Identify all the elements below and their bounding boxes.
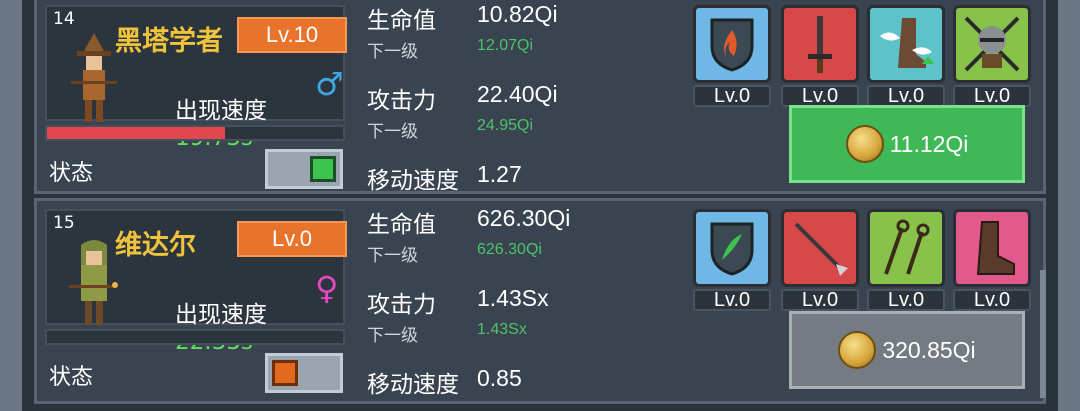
toggle-knob bbox=[310, 156, 336, 182]
move-speed-value: 1.27 bbox=[477, 161, 522, 187]
move-speed-label: 移动速度 bbox=[367, 372, 459, 398]
skill-slot[interactable]: Lv.0 bbox=[693, 5, 771, 107]
boot-icon bbox=[953, 209, 1031, 287]
archer-character-icon bbox=[69, 240, 118, 325]
atk-next-value: 24.95Qi bbox=[477, 117, 534, 134]
staff-icon bbox=[867, 209, 945, 287]
atk-value: 22.40Qi bbox=[477, 81, 558, 107]
unit-name: 维达尔 bbox=[115, 230, 196, 261]
hp-bar-fill bbox=[47, 127, 225, 139]
atk-next-label: 下一级 bbox=[367, 326, 418, 346]
scrollbar[interactable] bbox=[1040, 270, 1046, 398]
atk-next-label: 下一级 bbox=[367, 122, 418, 142]
hp-next-label: 下一级 bbox=[367, 246, 418, 266]
move-speed-label: 移动速度 bbox=[367, 168, 459, 194]
upgrade-button[interactable]: 320.85Qi bbox=[789, 311, 1025, 389]
skill-level: Lv.0 bbox=[867, 289, 945, 311]
atk-label: 攻击力 bbox=[367, 88, 436, 114]
hp-value: 626.30Qi bbox=[477, 205, 571, 231]
status-label: 状态 bbox=[49, 161, 94, 186]
hp-bar bbox=[45, 125, 345, 141]
skill-level: Lv.0 bbox=[693, 289, 771, 311]
wizard-character-icon bbox=[71, 33, 117, 122]
unit-level-badge: Lv.0 bbox=[237, 221, 347, 257]
unit-index: 15 bbox=[53, 213, 75, 233]
status-label: 状态 bbox=[49, 365, 94, 390]
hp-bar bbox=[45, 329, 345, 345]
skill-slot[interactable]: Lv.0 bbox=[867, 5, 945, 107]
skill-slot[interactable]: Lv.0 bbox=[953, 209, 1031, 311]
skill-slot[interactable]: Lv.0 bbox=[693, 209, 771, 311]
status-toggle[interactable] bbox=[265, 149, 343, 189]
skill-level: Lv.0 bbox=[953, 85, 1031, 107]
unit-portrait-panel: 15 维达尔 Lv.0 ♀ 出现速度22.33s bbox=[45, 209, 347, 355]
skill-slot[interactable]: Lv.0 bbox=[781, 5, 859, 107]
hp-next-value: 626.30Qi bbox=[477, 241, 542, 258]
unit-name: 黑塔学者 bbox=[115, 26, 223, 57]
hp-value: 10.82Qi bbox=[477, 1, 558, 27]
unit-level-badge: Lv.10 bbox=[237, 17, 347, 53]
unit-portrait-panel: 14 黑塔学者 Lv.10 ♂ 出现速度19.73s bbox=[45, 5, 347, 151]
sword-icon bbox=[781, 5, 859, 83]
skill-slot[interactable]: Lv.0 bbox=[867, 209, 945, 311]
hp-next-value: 12.07Qi bbox=[477, 37, 534, 54]
leaf-shield-icon bbox=[693, 209, 771, 287]
fire-shield-icon bbox=[693, 5, 771, 83]
atk-value: 1.43Sx bbox=[477, 285, 549, 311]
skill-slot[interactable]: Lv.0 bbox=[781, 209, 859, 311]
skill-level: Lv.0 bbox=[867, 85, 945, 107]
move-speed-value: 0.85 bbox=[477, 365, 522, 391]
skill-level: Lv.0 bbox=[781, 289, 859, 311]
coin-icon bbox=[845, 125, 884, 163]
spawn-speed: 出现速度22.33s bbox=[175, 295, 343, 355]
hp-next-label: 下一级 bbox=[367, 42, 418, 62]
hp-label: 生命值 bbox=[367, 8, 436, 34]
hp-label: 生命值 bbox=[367, 212, 436, 238]
skill-level: Lv.0 bbox=[781, 85, 859, 107]
coin-icon bbox=[838, 331, 877, 369]
unit-index: 14 bbox=[53, 9, 75, 29]
spawn-speed: 出现速度19.73s bbox=[175, 91, 343, 151]
upgrade-cost: 320.85Qi bbox=[882, 336, 976, 363]
knight-helmet-icon bbox=[953, 5, 1031, 83]
toggle-knob bbox=[272, 360, 298, 386]
spear-icon bbox=[781, 209, 859, 287]
skill-level: Lv.0 bbox=[953, 289, 1031, 311]
winged-boot-icon bbox=[867, 5, 945, 83]
spawn-speed-label: 出现速度 bbox=[175, 98, 267, 124]
skill-list: Lv.0 Lv.0 Lv.0 Lv.0 bbox=[693, 5, 1033, 107]
skill-level: Lv.0 bbox=[693, 85, 771, 107]
unit-card: 15 维达尔 Lv.0 ♀ 出现速度22.33s 状态 生命值 626.30Qi… bbox=[34, 198, 1046, 404]
spawn-speed-label: 出现速度 bbox=[175, 302, 267, 328]
atk-next-value: 1.43Sx bbox=[477, 321, 527, 338]
skill-slot[interactable]: Lv.0 bbox=[953, 5, 1031, 107]
upgrade-button[interactable]: 11.12Qi bbox=[789, 105, 1025, 183]
skill-list: Lv.0 Lv.0 Lv.0 Lv.0 bbox=[693, 209, 1033, 311]
upgrade-cost: 11.12Qi bbox=[889, 130, 969, 157]
unit-card: 14 黑塔学者 Lv.10 ♂ 出现速度19.73s 状态 生命值 10.82Q… bbox=[34, 0, 1046, 194]
atk-label: 攻击力 bbox=[367, 292, 436, 318]
status-toggle[interactable] bbox=[265, 353, 343, 393]
